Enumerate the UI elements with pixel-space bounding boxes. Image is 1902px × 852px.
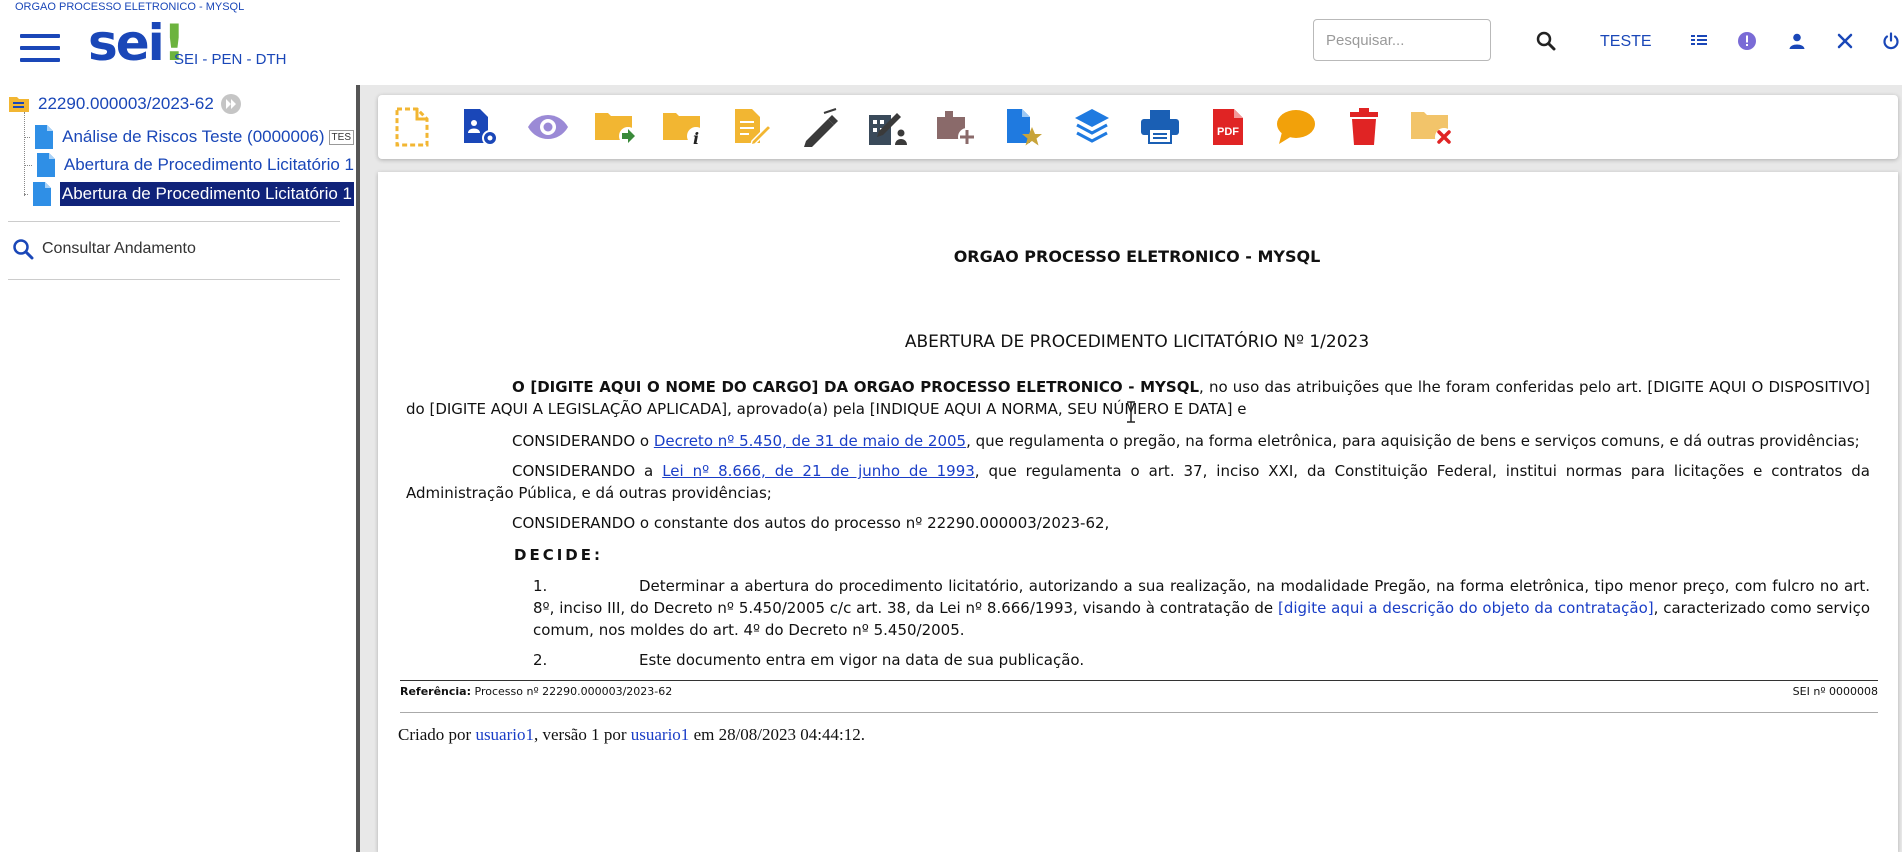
document-reference: Referência: Processo nº 22290.000003/202… [400, 685, 1878, 698]
law-link[interactable]: Lei nº 8.666, de 21 de junho de 1993 [662, 462, 975, 480]
process-tree-root[interactable]: 22290.000003/2023-62 [8, 93, 242, 115]
info-icon[interactable] [1734, 28, 1760, 54]
document-icon [36, 153, 55, 177]
power-icon[interactable] [1878, 28, 1902, 54]
action-toolbar: i PDF [378, 95, 1898, 159]
tree-document[interactable]: Abertura de Procedimento Licitatório 1 [24, 153, 354, 177]
consult-progress-label[interactable]: Consultar Andamento [42, 240, 196, 258]
comment-icon[interactable] [1274, 105, 1318, 149]
decree-link[interactable]: Decreto nº 5.450, de 31 de maio de 2005 [654, 432, 966, 450]
document-paragraph: CONSIDERANDO o Decreto nº 5.450, de 31 d… [512, 432, 1860, 450]
tree-document-label[interactable]: Abertura de Procedimento Licitatório 1 [64, 155, 354, 175]
document-paragraph: CONSIDERANDO o constante dos autos do pr… [512, 514, 1110, 532]
layers-icon[interactable] [1070, 105, 1114, 149]
tree-document-selected[interactable]: Abertura de Procedimento Licitatório 1 [24, 182, 354, 206]
document-authorship: Criado por usuario1, versão 1 por usuari… [398, 725, 865, 744]
search-input[interactable] [1313, 19, 1491, 61]
add-to-block-icon[interactable] [934, 105, 978, 149]
user-link[interactable]: TESTE [1600, 33, 1652, 51]
divider [8, 221, 340, 222]
delete-icon[interactable] [1342, 105, 1386, 149]
decision-item: 2. Este documento entra em vigor na data … [533, 651, 1085, 669]
decide-heading: DECIDE: [514, 546, 603, 564]
reference-rule [400, 712, 1878, 713]
divider [8, 279, 340, 280]
tree-document[interactable]: Análise de Riscos Teste (0000006) TES [24, 125, 354, 149]
view-icon[interactable] [526, 105, 570, 149]
tools-icon[interactable] [1832, 28, 1858, 54]
document-icon [32, 182, 51, 206]
edit-document-icon[interactable] [730, 105, 774, 149]
print-icon[interactable] [1138, 105, 1182, 149]
grid-icon[interactable] [1686, 28, 1712, 54]
reference-rule [400, 680, 1878, 681]
send-process-icon[interactable] [594, 105, 638, 149]
author-link[interactable]: usuario1 [475, 725, 534, 744]
close-process-icon[interactable] [1410, 105, 1454, 149]
sign-block-icon[interactable] [866, 105, 910, 149]
svg-text:i: i [693, 129, 699, 146]
document-tag: TES [328, 129, 354, 145]
pdf-icon[interactable]: PDF [1206, 105, 1250, 149]
subsystem-label: SEI - PEN - DTH [174, 51, 287, 68]
document-settings-icon[interactable] [458, 105, 502, 149]
decision-item: 1. Determinar a abertura do procedimento … [533, 577, 1871, 639]
document-paragraph: CONSIDERANDO a Lei nº 8.666, de 21 de ju… [406, 462, 1870, 502]
sei-number: SEI nº 0000008 [1792, 685, 1878, 698]
tree-document-label[interactable]: Abertura de Procedimento Licitatório 1 [59, 182, 354, 206]
document-title: ABERTURA DE PROCEDIMENTO LICITATÓRIO Nº … [904, 332, 1370, 352]
process-info-icon[interactable]: i [662, 105, 706, 149]
new-document-icon[interactable] [390, 105, 434, 149]
consult-progress-link[interactable]: Consultar Andamento [12, 238, 196, 260]
document-org-title: ORGAO PROCESSO ELETRONICO - MYSQL [953, 247, 1321, 266]
menu-icon[interactable] [20, 34, 60, 66]
favorite-document-icon[interactable] [1002, 105, 1046, 149]
document-paragraph: O [DIGITE AQUI O NOME DO CARGO] DA ORGAO… [406, 378, 1870, 418]
process-number[interactable]: 22290.000003/2023-62 [38, 94, 214, 114]
search-icon[interactable] [1533, 28, 1559, 54]
sign-icon[interactable] [798, 105, 842, 149]
folder-open-icon [9, 97, 29, 112]
svg-text:PDF: PDF [1217, 126, 1239, 138]
text-cursor-icon [1126, 401, 1136, 423]
search-icon [13, 239, 34, 260]
user-icon[interactable] [1784, 28, 1810, 54]
author-link[interactable]: usuario1 [631, 725, 690, 744]
document-icon [35, 125, 54, 149]
fast-forward-icon[interactable] [220, 93, 242, 115]
org-name-top: ORGAO PROCESSO ELETRONICO - MYSQL [15, 1, 245, 13]
tree-document-label[interactable]: Análise de Riscos Teste (0000006) [62, 127, 324, 147]
sei-logo[interactable]: sei! [88, 18, 186, 68]
